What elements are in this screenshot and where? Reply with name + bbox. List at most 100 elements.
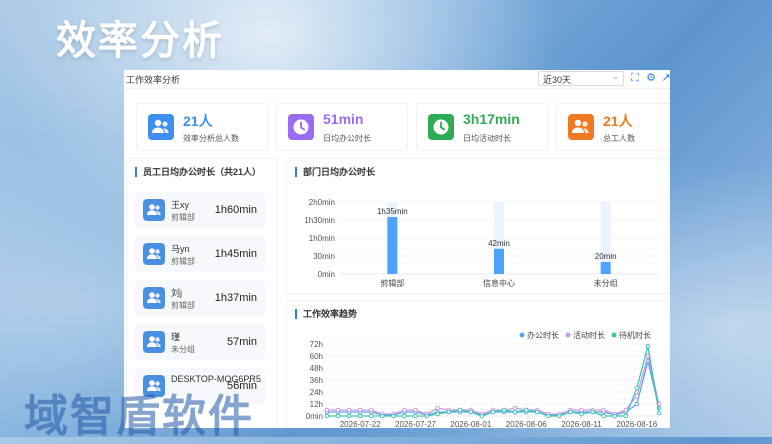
data-point (357, 413, 363, 419)
series-line (327, 360, 660, 416)
x-tick-label: 信息中心 (483, 278, 515, 288)
y-tick-label: 1h30min (304, 216, 335, 225)
kpi-avg-office-time: 51min 日均办公时长 (276, 103, 408, 151)
data-point (402, 413, 407, 419)
data-label: 42min (488, 239, 510, 248)
series-line (327, 355, 660, 415)
x-tick-label: 未分组 (594, 278, 618, 288)
employee-duration: 1h37min (214, 292, 257, 304)
kpi-value: 51min (323, 111, 364, 127)
data-point (457, 407, 463, 413)
bar (600, 262, 611, 274)
data-point (634, 385, 640, 391)
data-point (324, 413, 330, 419)
employee-duration: 57min (227, 336, 257, 348)
data-label: 1h35min (377, 207, 408, 216)
watermark-text: 域智盾软件 (24, 392, 254, 441)
data-point (357, 407, 363, 413)
department-bar-chart: 0min 30min 1h0min 1h30min 2h0min 1h35min 剪辑部 42… (304, 198, 659, 288)
date-range-value: 近30天 (543, 75, 572, 85)
legend-label: 活动时长 (573, 330, 605, 340)
employee-duration: 1h60min (214, 204, 257, 216)
data-label: 20min (595, 252, 617, 261)
data-point (346, 407, 352, 413)
list-item[interactable]: 王xy 剪辑部 1h60min (135, 192, 265, 228)
employee-duration: 1h45min (214, 248, 257, 260)
data-point (368, 407, 374, 413)
employee-dept: 剪辑部 (171, 301, 195, 310)
y-tick-label: 48h (310, 364, 323, 373)
data-point (523, 407, 529, 413)
clock-icon (288, 114, 314, 140)
clock-icon (428, 114, 454, 140)
data-point (557, 413, 562, 419)
employee-dept: 未分组 (171, 345, 195, 354)
y-tick-label: 2h0min (309, 198, 335, 207)
department-chart-card: 部门日均办公时长 0min 30min 1h0min 1h30min 2h0min 1h3… (286, 158, 670, 294)
list-item[interactable]: 刘j 剪辑部 1h37min (135, 280, 265, 316)
legend-label: 待机时长 (619, 330, 651, 340)
y-tick-label: 12h (310, 400, 323, 409)
export-icon[interactable]: ↗ (660, 72, 670, 84)
kpi-label: 效率分析总人数 (183, 134, 239, 143)
list-item[interactable]: 瑾 未分组 57min (135, 324, 265, 360)
employee-dept: 剪辑部 (171, 213, 195, 222)
y-tick-label: 0min (318, 270, 335, 279)
x-tick-label: 2026-07-22 (340, 420, 381, 428)
data-point (612, 413, 618, 419)
trend-chart-card: 工作效率趋势 0min 12h 24h 36h 48h 60h 72h 2026-07-22 2… (286, 300, 670, 428)
employee-name: 马yn (171, 244, 190, 254)
kpi-total-workers: 21人 总工人数 (556, 103, 670, 151)
data-point (368, 413, 374, 419)
data-point (568, 409, 573, 415)
avatar (143, 243, 165, 265)
users-icon (568, 114, 594, 140)
y-tick-label: 36h (310, 376, 323, 385)
efficiency-trend-chart: 0min 12h 24h 36h 48h 60h 72h 2026-07-22 2026-07-… (306, 330, 662, 428)
data-point (324, 407, 330, 413)
kpi-label: 总工人数 (603, 134, 635, 143)
data-point (346, 413, 352, 419)
data-point (413, 407, 418, 413)
x-tick-label: 2026-07-27 (395, 420, 436, 428)
data-point (534, 409, 540, 415)
fullscreen-icon[interactable]: ⛶ (629, 72, 641, 84)
data-point (656, 410, 662, 416)
kpi-value: 3h17min (463, 111, 520, 127)
legend-marker (519, 332, 525, 338)
employee-name: 瑾 (171, 332, 181, 342)
x-tick-label: 剪辑部 (380, 278, 404, 288)
avatar (143, 287, 165, 309)
x-tick-label: 2026-08-01 (450, 420, 491, 428)
data-point (601, 413, 606, 419)
data-point (512, 409, 518, 415)
kpi-avg-active-time: 3h17min 日均活动时长 (416, 103, 548, 151)
list-item[interactable]: 马yn 剪辑部 1h45min (135, 236, 265, 272)
data-point (645, 343, 651, 349)
data-point (546, 413, 551, 419)
y-tick-label: 1h0min (309, 234, 335, 243)
employee-name: 王xy (171, 200, 190, 210)
data-point (501, 407, 507, 413)
bar (387, 217, 398, 274)
data-point (468, 409, 474, 415)
data-point (623, 413, 629, 419)
users-icon (148, 114, 174, 140)
data-point (590, 409, 595, 415)
employee-name: 刘j (171, 288, 182, 298)
legend-marker (611, 332, 617, 338)
gear-icon[interactable]: ⚙ (645, 72, 657, 84)
kpi-value: 21人 (183, 113, 213, 129)
panel-title: 工作效率分析 (126, 75, 181, 85)
data-point (634, 393, 640, 399)
date-range-select[interactable]: 近30天 ⌄ (538, 71, 624, 86)
data-point (512, 405, 518, 411)
data-point (634, 401, 640, 407)
data-point (446, 409, 452, 415)
kpi-value: 21人 (603, 113, 633, 129)
panel-header: 工作效率分析 近30天 ⌄ ⛶ ⚙ ↗ (124, 70, 670, 89)
data-point (391, 413, 396, 419)
legend-label: 办公时长 (527, 330, 559, 340)
page-title: 效率分析 (56, 19, 224, 63)
data-point (335, 407, 341, 413)
